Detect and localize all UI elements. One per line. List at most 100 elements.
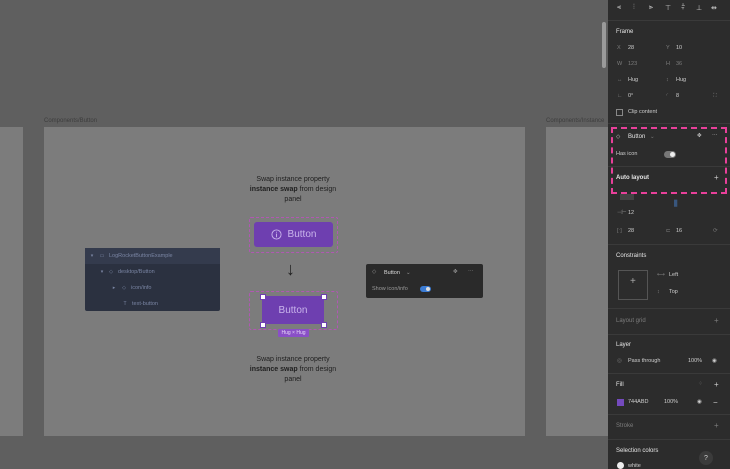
layout-grid-title[interactable]: Layout grid xyxy=(616,318,646,324)
blend-icon: ◎ xyxy=(617,358,622,364)
layer-row[interactable]: T text-button xyxy=(85,296,220,312)
button-with-icon[interactable]: Button xyxy=(254,222,333,247)
layer-opacity-input[interactable]: 100% xyxy=(688,358,702,364)
align-center-v-icon[interactable]: ⫩ xyxy=(681,4,685,12)
independent-corners-icon[interactable]: ⛶ xyxy=(713,93,717,100)
button-label: Button xyxy=(278,304,308,316)
horizontal-constraint-select[interactable]: Left xyxy=(669,272,678,278)
hug-width-icon: ↔ xyxy=(617,77,623,83)
gap-icon: ⊣⊢ xyxy=(617,210,627,216)
rotation-icon: ∟ xyxy=(617,93,623,99)
layer-name: desktop/Button xyxy=(118,269,155,275)
button-label: Button xyxy=(287,229,317,240)
layers-mock-panel: ▾ ▭ LogRocketButtonExample ▾ ◇ desktop/B… xyxy=(85,248,220,311)
resize-handle[interactable] xyxy=(321,294,327,300)
styles-icon[interactable]: ⁘ xyxy=(698,381,703,387)
blend-mode-select[interactable]: Pass through xyxy=(628,358,660,364)
canvas-scrollbar[interactable] xyxy=(602,22,606,68)
eye-icon[interactable]: ◉ xyxy=(712,358,717,364)
align-center-h-icon[interactable]: ⫶ xyxy=(633,4,635,12)
constraints-title[interactable]: Constraints xyxy=(616,253,646,259)
h-input[interactable]: 36 xyxy=(676,61,682,67)
design-canvas[interactable]: Components/Button Components/Instance ▾ … xyxy=(0,0,608,469)
horizontal-constraint-icon: ⟷ xyxy=(657,272,665,278)
corner-radius-input[interactable]: 8 xyxy=(676,93,679,99)
size-badge: Hug × Hug xyxy=(278,329,309,337)
padding-vertical-icon: ⊏ xyxy=(666,228,671,234)
w-label: W xyxy=(617,61,623,67)
arrow-down-icon: ↓ xyxy=(286,259,295,279)
alignment-grid-icon[interactable]: ⫼ xyxy=(674,199,678,209)
direction-toggle[interactable] xyxy=(620,194,634,200)
padding-vertical-input[interactable]: 16 xyxy=(676,228,682,234)
resize-handle[interactable] xyxy=(260,322,266,328)
padding-horizontal-icon: [⋅] xyxy=(617,228,622,234)
frame-label-right[interactable]: Components/Instance xyxy=(546,118,604,124)
h-label: H xyxy=(666,61,670,67)
plus-icon[interactable]: + xyxy=(714,316,719,325)
chevron-down-icon: ▾ xyxy=(100,269,104,275)
frame-section-title[interactable]: Frame xyxy=(616,29,633,35)
fill-color-swatch[interactable] xyxy=(617,399,624,406)
layer-row[interactable]: ▾ ▭ LogRocketButtonExample xyxy=(85,248,220,264)
fill-hex-input[interactable]: 744ABD xyxy=(628,399,649,405)
fill-title[interactable]: Fill xyxy=(616,382,624,388)
padding-horizontal-input[interactable]: 28 xyxy=(628,228,634,234)
popup-prop-label: Show icon/info xyxy=(372,286,408,292)
minus-icon[interactable]: − xyxy=(713,398,718,407)
help-button[interactable]: ? xyxy=(699,451,713,465)
stroke-title[interactable]: Stroke xyxy=(616,423,633,429)
align-left-icon[interactable]: ⫷ xyxy=(617,4,621,12)
gap-input[interactable]: 12 xyxy=(628,210,634,216)
layer-row[interactable]: ▾ ◇ desktop/Button xyxy=(85,264,220,280)
plus-icon[interactable]: + xyxy=(714,380,719,389)
highlight-annotation xyxy=(611,127,727,194)
w-input[interactable]: 123 xyxy=(628,61,637,67)
frame-icon: ▭ xyxy=(99,253,105,259)
x-label: X xyxy=(617,45,621,51)
text-icon: T xyxy=(123,301,127,307)
align-right-icon[interactable]: ⫸ xyxy=(649,4,653,12)
button-without-icon[interactable]: Button xyxy=(262,296,324,324)
instance-properties-popup: ◇ Button ⌄ ✥ ··· Show icon/info xyxy=(366,264,483,298)
resize-handle[interactable] xyxy=(321,322,327,328)
vertical-constraint-select[interactable]: Top xyxy=(669,289,678,295)
frame-label-left[interactable]: Components/Button xyxy=(44,118,97,124)
popup-title: Button xyxy=(384,270,400,276)
x-input[interactable]: 28 xyxy=(628,45,634,51)
show-icon-toggle[interactable] xyxy=(420,286,431,292)
clip-content-label: Clip content xyxy=(628,109,658,115)
resizing-height-select[interactable]: Hug xyxy=(676,77,686,83)
align-top-icon[interactable]: ⊤ xyxy=(665,4,671,12)
individual-padding-icon[interactable]: ⟳ xyxy=(713,228,718,234)
plus-icon[interactable]: + xyxy=(714,421,719,430)
selection-color-name: white xyxy=(628,463,641,469)
resize-handle[interactable] xyxy=(260,294,266,300)
instance-icon: ◇ xyxy=(372,269,377,275)
instance-icon: ◇ xyxy=(109,269,113,275)
y-label: Y xyxy=(666,45,670,51)
components-instance-frame[interactable] xyxy=(546,127,608,436)
rotation-input[interactable]: 0° xyxy=(628,93,633,99)
description-bottom: Swap instance property instance swap fro… xyxy=(249,356,337,383)
layer-title[interactable]: Layer xyxy=(616,342,631,348)
description-top: Swap instance property instance swap fro… xyxy=(249,176,337,203)
selection-color-swatch[interactable] xyxy=(617,462,624,469)
y-input[interactable]: 10 xyxy=(676,45,682,51)
fill-opacity-input[interactable]: 100% xyxy=(664,399,678,405)
selection-colors-title[interactable]: Selection colors xyxy=(616,448,658,454)
more-icon[interactable]: ··· xyxy=(468,268,474,274)
distribute-icon[interactable]: ⇹ xyxy=(711,4,717,12)
resizing-width-select[interactable]: Hug xyxy=(628,77,638,83)
layer-name: icon/info xyxy=(131,285,152,291)
clip-content-checkbox[interactable] xyxy=(616,109,623,116)
chevron-down-icon: ⌄ xyxy=(406,270,411,276)
frame-partial-left[interactable] xyxy=(0,127,23,436)
constraint-cross-icon: + xyxy=(630,276,636,287)
layer-row[interactable]: ▸ ◇ icon/info xyxy=(85,280,220,296)
align-bottom-icon[interactable]: ⊥ xyxy=(696,4,702,12)
eye-icon[interactable]: ◉ xyxy=(697,399,702,405)
instance-icon: ◇ xyxy=(122,285,126,291)
component-icon[interactable]: ✥ xyxy=(453,269,458,275)
layer-name: LogRocketButtonExample xyxy=(109,253,173,259)
